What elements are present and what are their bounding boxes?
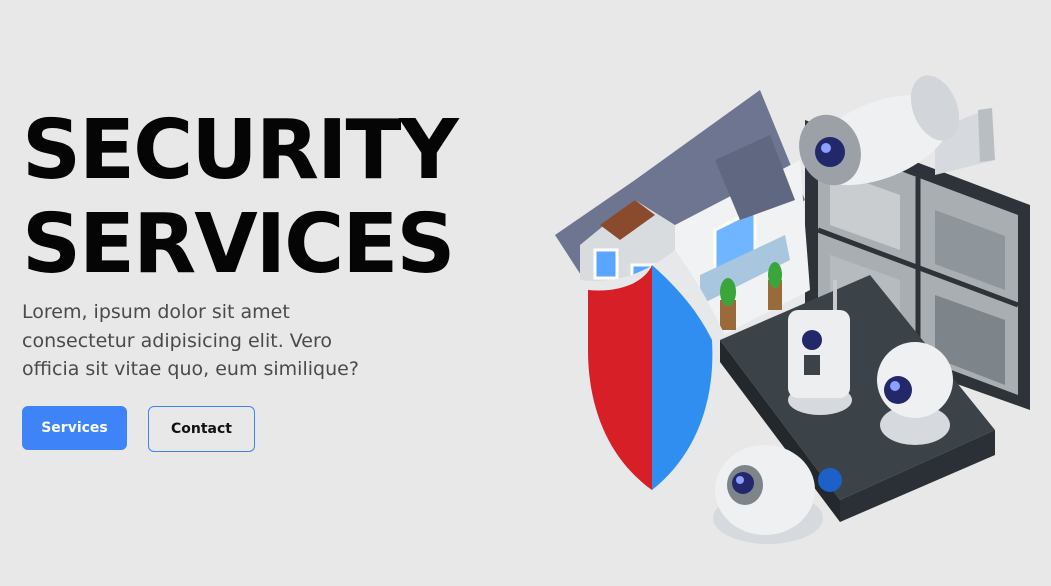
page-title: SECURITY SERVICES xyxy=(22,104,492,292)
title-line-1: SECURITY xyxy=(22,103,459,198)
hero-actions: Services Contact xyxy=(22,405,492,452)
security-illustration xyxy=(540,50,1051,550)
contact-button[interactable]: Contact xyxy=(148,405,255,452)
hero-subtitle: Lorem, ipsum dolor sit amet consectetur … xyxy=(22,301,359,380)
security-system-illustration-icon xyxy=(555,75,1030,544)
hero-section: SECURITY SERVICES Lorem, ipsum dolor sit… xyxy=(22,104,492,452)
title-line-2: SERVICES xyxy=(22,197,455,292)
services-button[interactable]: Services xyxy=(22,405,127,450)
dome-camera-icon xyxy=(877,342,953,445)
